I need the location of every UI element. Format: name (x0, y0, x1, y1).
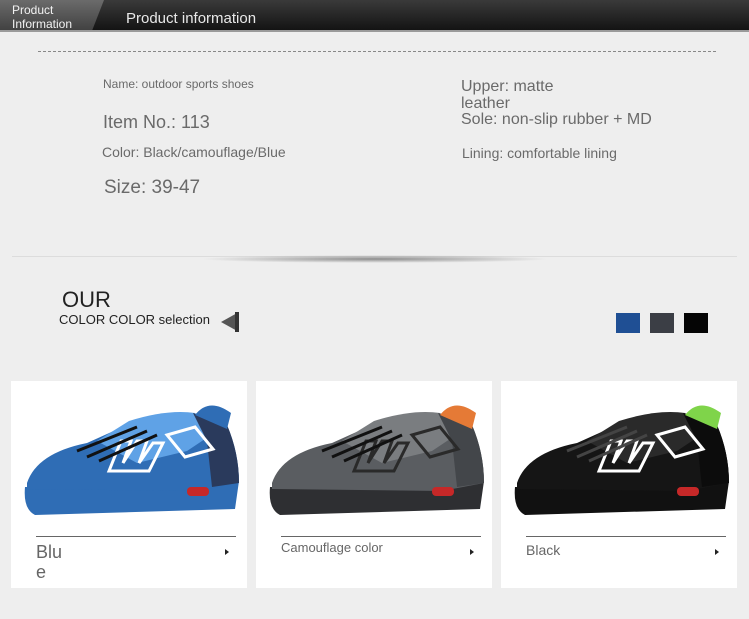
shoe-image-camouflage (269, 405, 484, 515)
product-card-camouflage[interactable]: Camouflage color (256, 381, 492, 588)
card-label: Camouflage color (281, 540, 383, 555)
dashed-divider (38, 51, 716, 52)
spec-item-no: Item No.: 113 (103, 112, 210, 132)
section-title: Product information (126, 10, 257, 27)
spec-upper-line1: Upper: matte (461, 78, 554, 95)
card-label-line2: e (36, 562, 47, 582)
header-tab-line1: Product (12, 3, 54, 17)
our-heading: OUR (62, 287, 111, 312)
left-arrow-icon (221, 312, 239, 332)
card-divider (526, 536, 726, 537)
spec-lining: Lining: comfortable lining (462, 145, 617, 161)
spec-name: Name: outdoor sports shoes (103, 77, 254, 91)
shoe-image-blue (24, 405, 239, 515)
product-card-blue[interactable]: Blu e (11, 381, 247, 588)
header-bar: Product Information Product information (0, 0, 749, 32)
spec-size: Size: 39-47 (104, 177, 201, 198)
swatch-blue[interactable] (616, 313, 640, 333)
card-arrow-icon[interactable] (715, 549, 719, 555)
card-label: Black (526, 542, 561, 558)
spec-color: Color: Black/camouflage/Blue (102, 144, 286, 160)
shoe-image-black (514, 405, 729, 515)
header-tab: Product Information (0, 0, 104, 32)
divider-shadow (200, 255, 550, 263)
card-divider (36, 536, 236, 537)
product-card-black[interactable]: Black (501, 381, 737, 588)
card-label-line1: Blu (36, 542, 63, 562)
color-selection-label: COLOR COLOR selection (59, 312, 210, 327)
card-arrow-icon[interactable] (470, 549, 474, 555)
header-divider (0, 30, 749, 32)
swatch-black[interactable] (684, 313, 708, 333)
spec-sole: Sole: non-slip rubber + MD (461, 111, 652, 128)
card-arrow-icon[interactable] (225, 549, 229, 555)
swatch-camouflage[interactable] (650, 313, 674, 333)
card-divider (281, 536, 481, 537)
